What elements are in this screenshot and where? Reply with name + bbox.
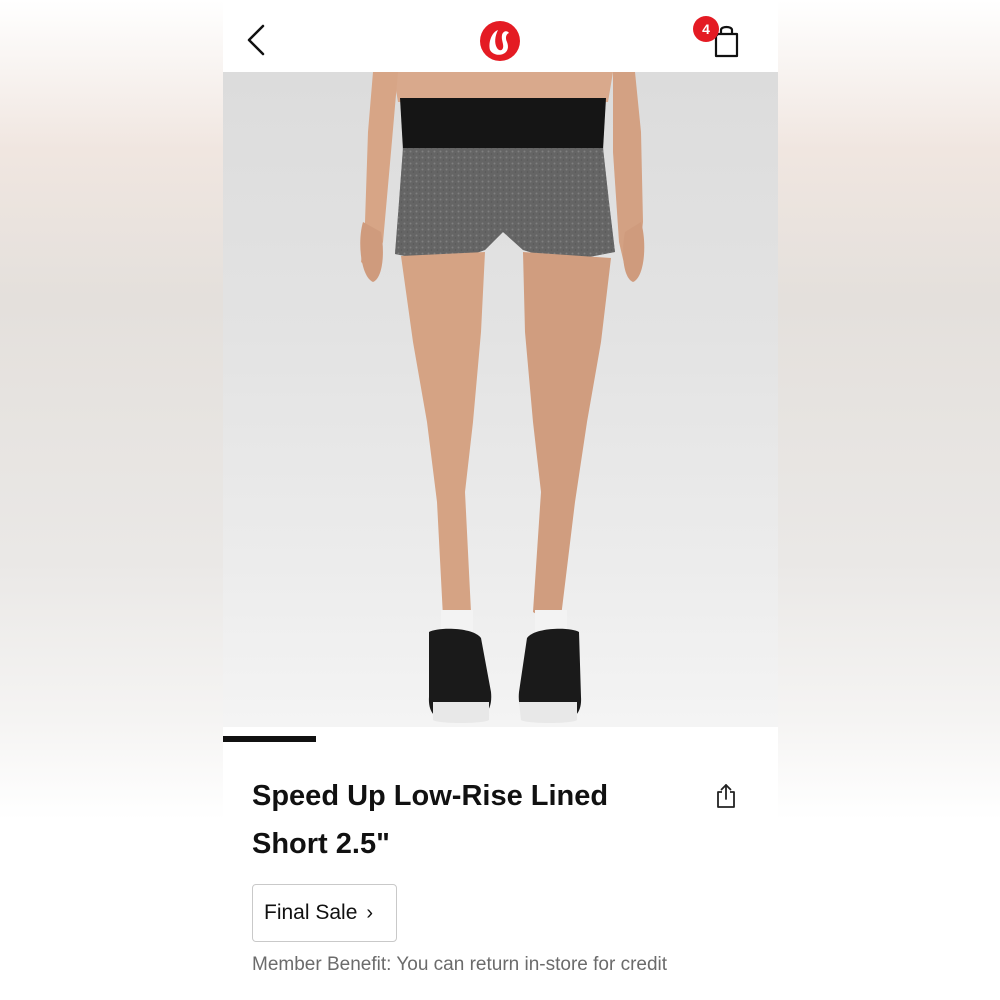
- image-carousel-indicator: [223, 736, 316, 742]
- member-benefit-text: Member Benefit: You can return in-store …: [252, 954, 668, 975]
- blurred-background-left: [0, 0, 223, 1000]
- blurred-background-right: [778, 0, 1000, 1000]
- product-title: Speed Up Low-Rise Lined Short 2.5": [252, 772, 672, 868]
- share-button[interactable]: [715, 782, 737, 810]
- product-image[interactable]: [223, 72, 778, 727]
- top-nav-bar: 4: [223, 0, 778, 72]
- bag-count-badge: 4: [693, 16, 719, 42]
- chevron-left-icon: [247, 24, 265, 56]
- back-button[interactable]: [243, 20, 273, 60]
- chevron-right-icon: ›: [366, 901, 374, 924]
- lululemon-logo-icon: [480, 21, 520, 61]
- product-title-line-1: Speed Up Low-Rise Lined: [252, 780, 609, 812]
- product-page: 4 Speed Up Low-Rise Lined Short 2.5" Fin…: [223, 0, 778, 1000]
- brand-logo[interactable]: [479, 20, 521, 62]
- share-icon: [717, 784, 735, 808]
- product-photo-illustration: [360, 72, 645, 723]
- final-sale-button[interactable]: Final Sale ›: [252, 884, 397, 942]
- final-sale-label: Final Sale: [264, 901, 358, 924]
- product-title-line-2: Short 2.5": [252, 828, 390, 860]
